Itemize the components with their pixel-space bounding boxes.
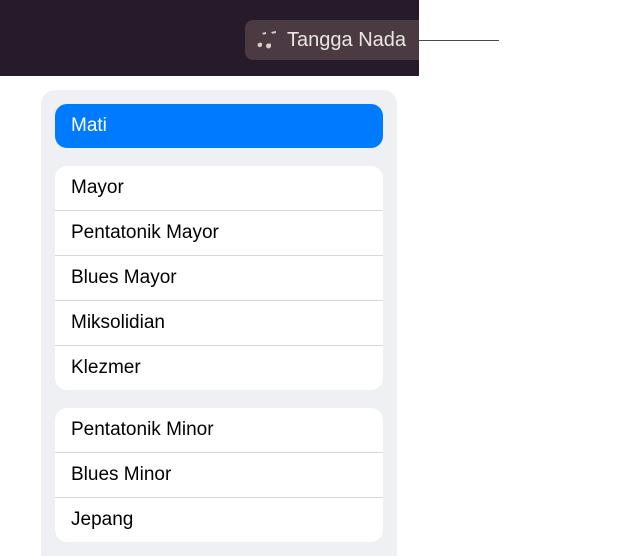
scale-item[interactable]: Pentatonik Mayor [55, 211, 383, 256]
top-toolbar: Tangga Nada [0, 0, 419, 76]
music-notes-icon [257, 30, 279, 50]
scale-button-label: Tangga Nada [287, 29, 406, 52]
scale-item[interactable]: Blues Mayor [55, 256, 383, 301]
scale-group-minor: Pentatonik Minor Blues Minor Jepang [55, 408, 383, 542]
callout-line [419, 40, 499, 41]
scale-item[interactable]: Miksolidian [55, 301, 383, 346]
scale-item[interactable]: Pentatonik Minor [55, 408, 383, 453]
scale-button[interactable]: Tangga Nada [245, 20, 419, 60]
scale-item[interactable]: Blues Minor [55, 453, 383, 498]
scale-item[interactable]: Jepang [55, 498, 383, 542]
scale-item[interactable]: Klezmer [55, 346, 383, 390]
scale-group-off: Mati [55, 104, 383, 148]
scale-item[interactable]: Mayor [55, 166, 383, 211]
scale-group-major: Mayor Pentatonik Mayor Blues Mayor Mikso… [55, 166, 383, 390]
scale-item-off[interactable]: Mati [55, 104, 383, 148]
scale-popover: Mati Mayor Pentatonik Mayor Blues Mayor … [41, 90, 397, 556]
